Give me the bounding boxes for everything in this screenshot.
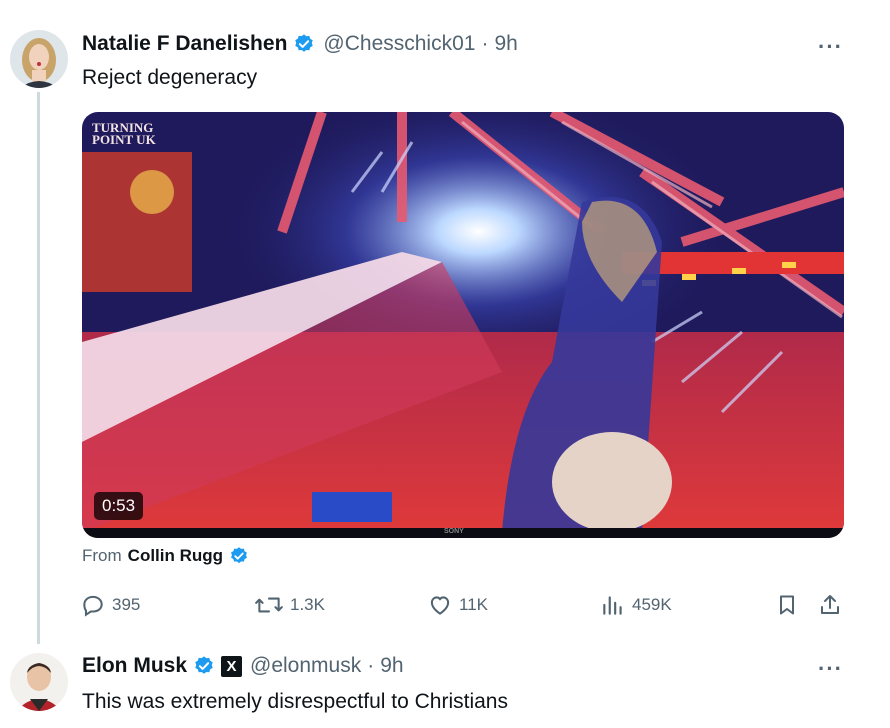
heart-icon	[430, 596, 450, 615]
tweet-text: Reject degeneracy	[82, 66, 258, 89]
timestamp[interactable]: 9h	[494, 32, 517, 56]
verified-badge-icon	[293, 33, 315, 55]
video-frame	[82, 112, 844, 538]
video-player[interactable]: TURNING POINT UK SONY 0:53	[82, 112, 844, 538]
share-icon	[821, 595, 839, 614]
timestamp[interactable]: 9h	[380, 654, 403, 678]
display-name[interactable]: Natalie F Danelishen	[82, 32, 287, 56]
from-label: From	[82, 546, 122, 565]
channel-watermark: TURNING POINT UK	[92, 120, 156, 147]
reply-button[interactable]: 395	[80, 590, 140, 620]
share-button[interactable]	[818, 590, 848, 620]
reply-count: 395	[112, 595, 141, 614]
views-icon	[603, 596, 622, 615]
tweet-header: Natalie F Danelishen @Chesschick01 · 9h	[82, 32, 518, 56]
views-count: 459K	[632, 595, 672, 614]
video-attribution: From Collin Rugg	[82, 546, 249, 566]
x-affiliate-badge-icon[interactable]: X	[221, 655, 243, 677]
user-handle[interactable]: @elonmusk	[250, 654, 361, 678]
camera-brand-mark: SONY	[444, 528, 464, 535]
bookmark-button[interactable]	[775, 590, 805, 620]
repost-button[interactable]: 1.3K	[254, 590, 325, 620]
separator-dot: ·	[481, 32, 489, 55]
separator-dot: ·	[367, 654, 375, 677]
like-count: 11K	[459, 595, 488, 614]
user-handle[interactable]: @Chesschick01	[323, 32, 475, 56]
views-button[interactable]: 459K	[600, 590, 672, 620]
more-options-icon[interactable]: ···	[818, 656, 843, 682]
verified-badge-icon	[193, 655, 215, 677]
avatar[interactable]	[10, 30, 68, 88]
display-name[interactable]: Elon Musk	[82, 654, 187, 678]
more-options-icon[interactable]: ···	[818, 34, 843, 60]
tweet-text: This was extremely disrespectful to Chri…	[82, 690, 508, 713]
avatar[interactable]	[10, 653, 68, 711]
thread-connector-line	[37, 92, 40, 644]
bookmark-icon	[780, 595, 794, 615]
repost-count: 1.3K	[290, 595, 325, 614]
repost-icon	[255, 597, 283, 613]
tweet-header: Elon Musk X @elonmusk · 9h	[82, 654, 404, 678]
reply-icon	[83, 595, 103, 617]
video-duration-badge: 0:53	[94, 492, 144, 520]
like-button[interactable]: 11K	[427, 590, 488, 620]
attribution-name[interactable]: Collin Rugg	[128, 546, 223, 566]
verified-badge-icon	[229, 546, 249, 566]
